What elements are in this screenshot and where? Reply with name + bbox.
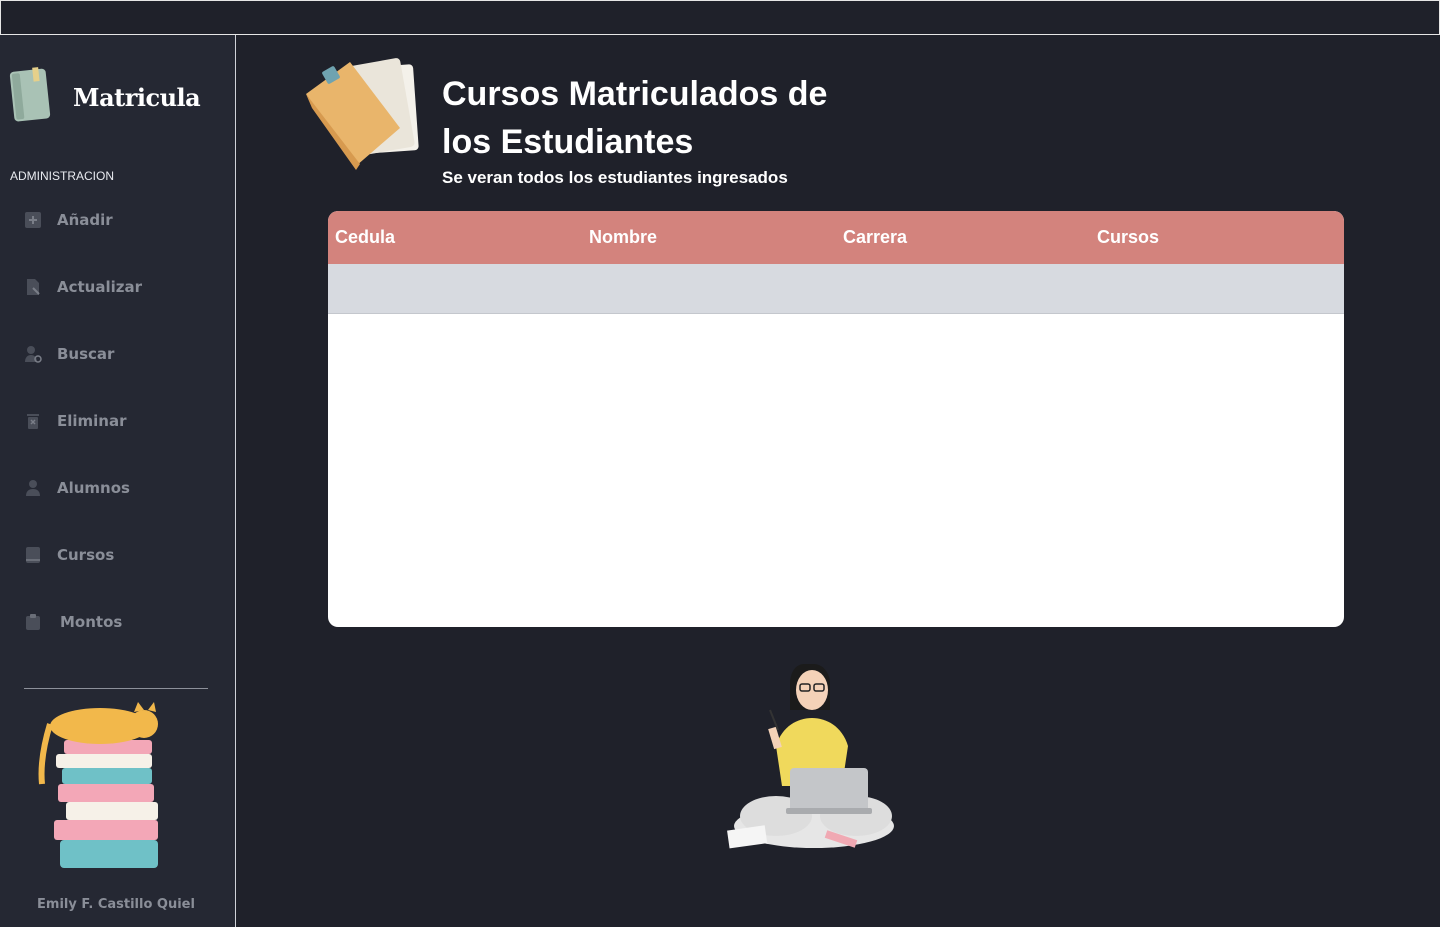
table-header: Cedula Nombre Carrera Cursos	[328, 211, 1344, 264]
nav-label: Añadir	[57, 211, 113, 229]
user-search-icon	[25, 346, 42, 363]
nav-label: Actualizar	[57, 278, 143, 296]
nav-label: Cursos	[57, 546, 115, 564]
nav-item-anadir[interactable]: Añadir	[24, 205, 113, 235]
nav-label: Eliminar	[57, 412, 127, 430]
books-cat-illustration	[38, 702, 158, 868]
file-edit-icon	[27, 279, 40, 295]
enrollment-table: Cedula Nombre Carrera Cursos	[328, 211, 1344, 627]
user-icon	[26, 480, 40, 496]
trash-icon	[27, 414, 39, 429]
author-name: Emily F. Castillo Quiel	[37, 897, 195, 912]
nav-item-alumnos[interactable]: Alumnos	[24, 473, 130, 503]
folder-illustration	[306, 58, 419, 170]
clipboard-icon	[26, 614, 40, 630]
page-title: Cursos Matriculados de los Estudiantes	[442, 70, 862, 166]
title-line-1: Cursos Matriculados de	[442, 75, 828, 113]
column-header-carrera[interactable]: Carrera	[836, 227, 1090, 248]
nav-item-cursos[interactable]: Cursos	[24, 540, 114, 570]
nav-item-montos[interactable]: Montos	[24, 607, 122, 637]
plus-square-icon	[25, 212, 41, 228]
top-bar	[0, 0, 1440, 35]
sidebar: Matricula ADMINISTRACION Añadir Actualiz…	[0, 35, 236, 927]
nav-label: Buscar	[57, 345, 115, 363]
section-label: ADMINISTRACION	[10, 169, 115, 183]
nav-item-buscar[interactable]: Buscar	[24, 339, 114, 369]
column-header-cursos[interactable]: Cursos	[1090, 227, 1344, 248]
nav-item-eliminar[interactable]: Eliminar	[24, 406, 127, 436]
app-name: Matricula	[73, 83, 201, 112]
sidebar-divider	[24, 688, 208, 689]
column-header-cedula[interactable]: Cedula	[328, 227, 582, 248]
column-header-nombre[interactable]: Nombre	[582, 227, 836, 248]
nav-label: Alumnos	[57, 479, 130, 497]
page-subtitle: Se veran todos los estudiantes ingresado…	[442, 168, 788, 187]
book-icon	[26, 547, 40, 563]
student-laptop-illustration	[727, 664, 894, 849]
notebook-logo-icon	[9, 67, 51, 122]
table-row	[328, 264, 1344, 314]
nav-item-actualizar[interactable]: Actualizar	[24, 272, 142, 302]
title-line-2: los Estudiantes	[442, 123, 694, 161]
nav-label: Montos	[60, 613, 123, 631]
